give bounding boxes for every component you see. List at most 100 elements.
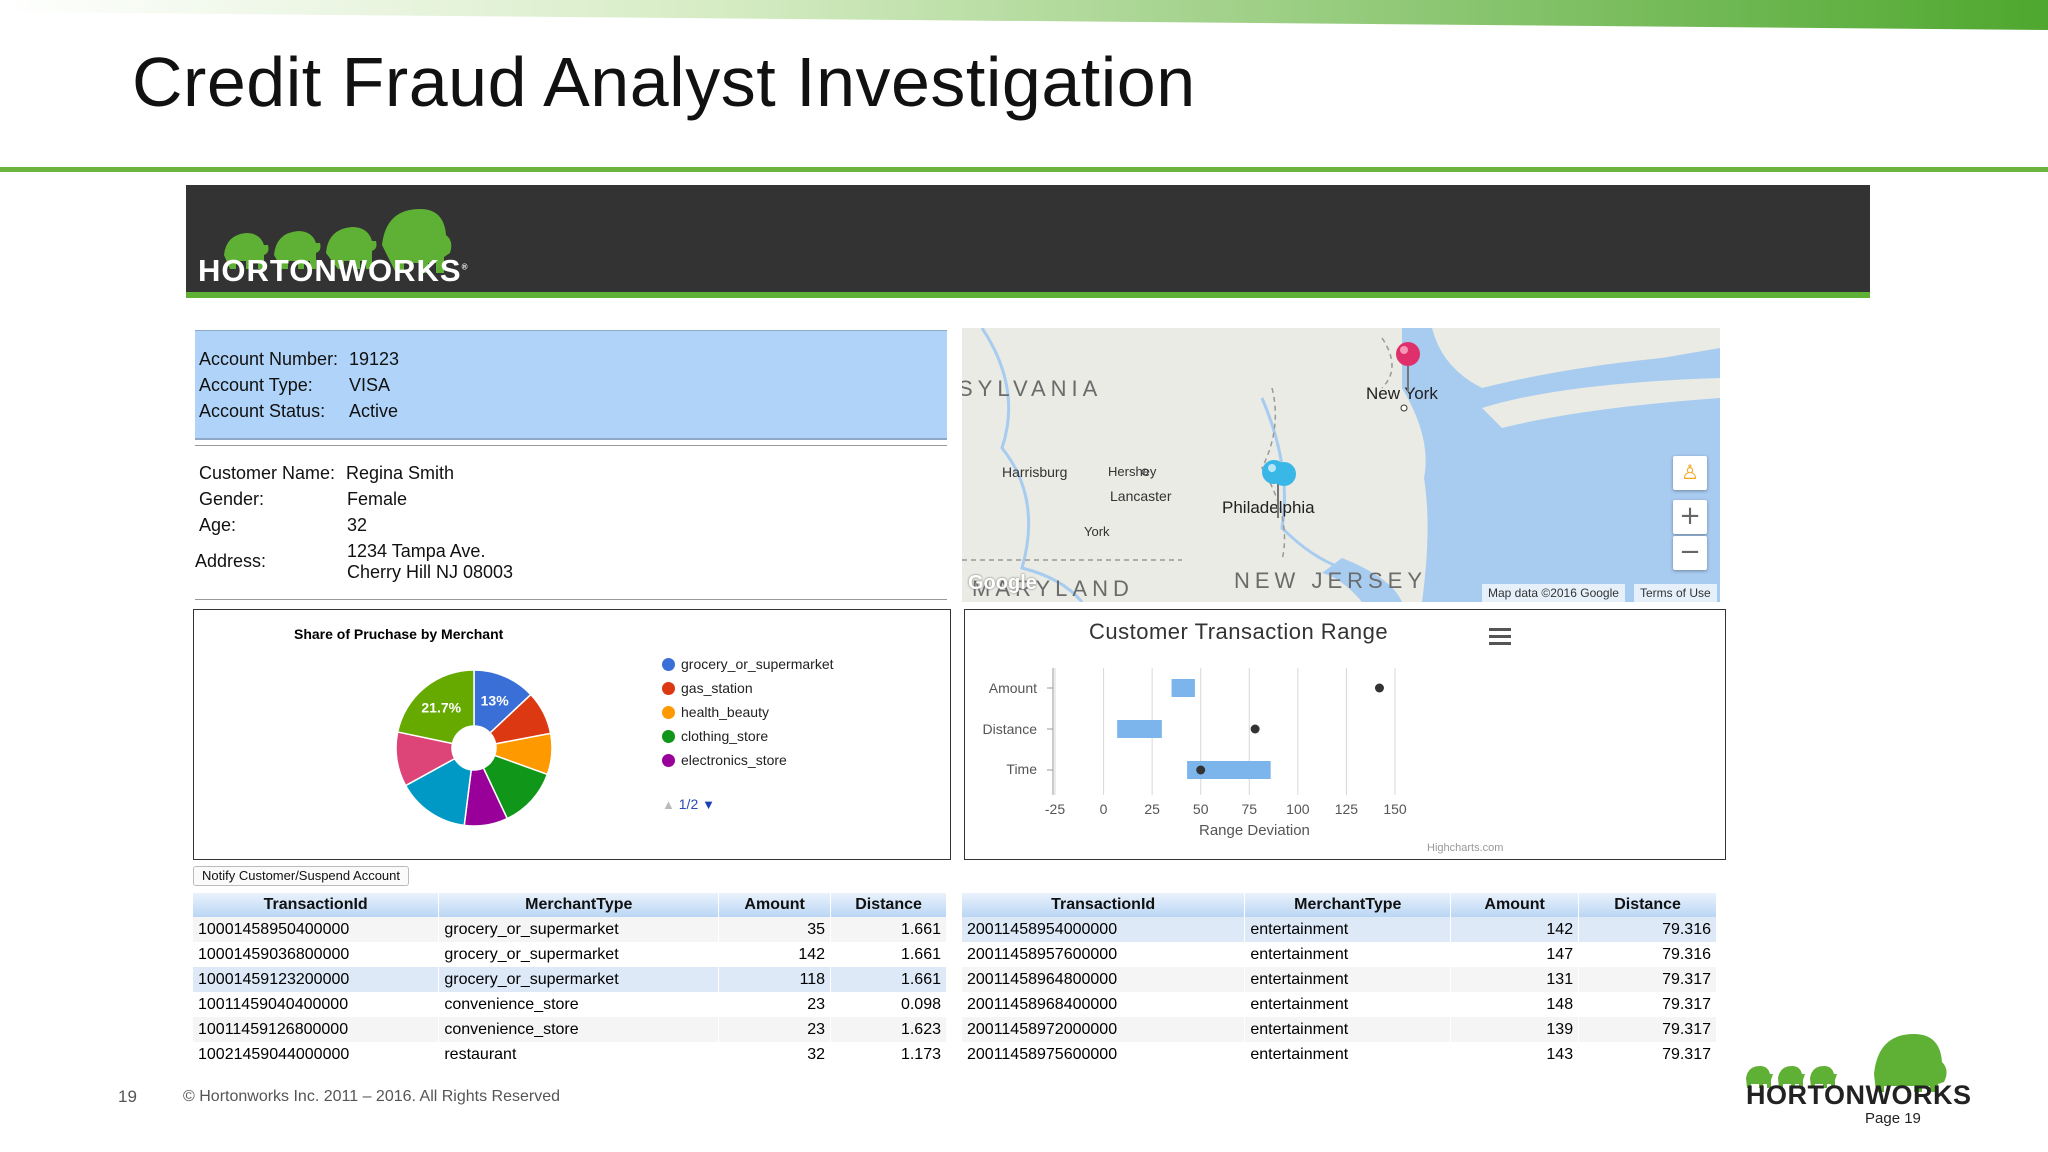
account-type-label: Account Type: [199,375,313,395]
app-header: HORTONWORKS® [186,185,1870,298]
table-cell: 142 [718,942,832,967]
table-cell: 143 [1450,1042,1580,1067]
table-row[interactable]: 20011458957600000 entertainment 147 79.316 [962,942,1717,967]
range-x-tick-label: 0 [1099,801,1108,817]
table-cell: 147 [1450,942,1580,967]
legend-item-clothing-store[interactable]: clothing_store [662,728,768,744]
customer-name-value: Regina Smith [346,463,455,483]
table-cell: 131 [1450,967,1580,992]
transaction-range-chart: Customer Transaction Range Amount Distan… [964,609,1726,860]
range-bar[interactable] [1117,720,1162,738]
merchant-share-chart: Share of Pruchase by Merchant 13% 21.7% g… [193,609,951,860]
table-row[interactable]: 20011458954000000 entertainment 142 79.316 [962,917,1717,942]
map-terms-link[interactable]: Terms of Use [1634,584,1717,602]
column-header[interactable]: Amount [1450,893,1580,917]
column-header[interactable]: TransactionId [962,893,1246,917]
transaction-map[interactable]: SYLVANIA MARYLAND NEW JERSEY New York Ha… [962,328,1720,602]
transactions-table-left: TransactionId MerchantType Amount Distance … [193,893,947,1067]
slide-page-number: 19 [118,1087,137,1106]
table-row[interactable]: 20011458964800000 entertainment 131 79.317 [962,967,1717,992]
table-cell: 79.317 [1578,1017,1717,1042]
zoom-out-button[interactable]: − [1673,536,1707,570]
range-bar[interactable] [1171,679,1195,697]
table-row[interactable]: 20011458975600000 entertainment 143 79.317 [962,1042,1717,1067]
table-cell: entertainment [1244,942,1452,967]
range-category-time: Time [1006,761,1037,777]
table-cell: 79.317 [1578,1042,1717,1067]
table-row[interactable]: 10021459044000000 restaurant 32 1.173 [193,1042,947,1067]
table-cell: 118 [718,967,832,992]
table-cell: 0.098 [830,992,947,1017]
slide-title: Credit Fraud Analyst Investigation [132,43,1196,121]
pie-slice-label: 21.7% [421,700,461,716]
table-cell: 20011458968400000 [962,992,1246,1017]
table-cell: entertainment [1244,967,1452,992]
table-cell: 35 [718,917,832,942]
address-label: Address: [195,551,267,571]
map-pin-blue-icon[interactable] [1258,458,1302,528]
table-row[interactable]: 10011459040400000 convenience_store 23 0.09… [193,992,947,1017]
pager-next-icon[interactable]: ▼ [702,797,715,812]
gender-value: Female [347,489,408,509]
table-header-row: TransactionId MerchantType Amount Distance [962,893,1717,917]
map-city-harrisburg: Harrisburg [1002,464,1068,480]
table-row[interactable]: 10011459126800000 convenience_store 23 1.62… [193,1017,947,1042]
gender-label: Gender: [199,489,265,509]
table-cell: 10001458950400000 [193,917,440,942]
account-number-value: 19123 [349,349,400,369]
table-cell: 20011458964800000 [962,967,1246,992]
account-number-label: Account Number: [199,349,339,369]
age-value: 32 [347,515,368,535]
notify-suspend-button[interactable]: Notify Customer/Suspend Account [193,866,409,886]
range-x-tick-label: 75 [1241,801,1258,817]
range-x-tick-label: 50 [1192,801,1209,817]
table-cell: 79.316 [1578,917,1717,942]
legend-item-electronics-store[interactable]: electronics_store [662,752,787,768]
zoom-in-button[interactable]: + [1673,500,1707,534]
range-point[interactable] [1374,683,1384,693]
legend-item-grocery[interactable]: grocery_or_supermarket [662,656,834,672]
table-cell: 1.661 [830,917,947,942]
highcharts-credits[interactable]: Highcharts.com [1427,842,1503,854]
street-view-pegman-icon[interactable]: ♙ [1673,456,1707,490]
title-divider [0,167,2048,172]
legend-item-health-beauty[interactable]: health_beauty [662,704,769,720]
range-category-distance: Distance [982,721,1037,737]
table-cell: 142 [1450,917,1580,942]
range-point[interactable] [1196,765,1206,775]
column-header[interactable]: Amount [718,893,832,917]
range-axis-title: Range Deviation [1199,822,1310,839]
transactions-table-right: TransactionId MerchantType Amount Distance … [962,893,1717,1067]
table-cell: 20011458975600000 [962,1042,1246,1067]
table-row[interactable]: 10001459036800000 grocery_or_supermarket 1… [193,942,947,967]
table-cell: 1.661 [830,967,947,992]
address-line2: Cherry Hill NJ 08003 [347,562,514,582]
table-row[interactable]: 10001458950400000 grocery_or_supermarket 3… [193,917,947,942]
column-header[interactable]: Distance [1578,893,1717,917]
table-row[interactable]: 10001459123200000 grocery_or_supermarket 1… [193,967,947,992]
legend-item-gas-station[interactable]: gas_station [662,680,753,696]
table-row[interactable]: 20011458968400000 entertainment 148 79.317 [962,992,1717,1017]
map-region-new-jersey: NEW JERSEY [1234,568,1428,593]
table-cell: 20011458954000000 [962,917,1246,942]
pager-prev-icon[interactable]: ▲ [662,797,675,812]
column-header[interactable]: TransactionId [193,893,440,917]
table-row[interactable]: 20011458972000000 entertainment 139 79.317 [962,1017,1717,1042]
legend-page-indicator: 1/2 [678,796,699,812]
table-cell: grocery_or_supermarket [438,942,720,967]
address-line1: 1234 Tampa Ave. [347,541,486,561]
column-header[interactable]: MerchantType [438,893,720,917]
range-category-amount: Amount [988,680,1037,696]
column-header[interactable]: Distance [830,893,947,917]
table-cell: 10011459040400000 [193,992,440,1017]
table-cell: 79.316 [1578,942,1717,967]
range-point[interactable] [1250,724,1260,734]
table-header-row: TransactionId MerchantType Amount Distance [193,893,947,917]
google-logo: Google [968,572,1037,594]
pie-slice-label: 13% [481,692,510,708]
table-cell: 20011458972000000 [962,1017,1246,1042]
table-cell: grocery_or_supermarket [438,917,720,942]
account-panel: Account Number: 19123 Account Type: VISA… [195,330,947,440]
column-header[interactable]: MerchantType [1244,893,1452,917]
map-pin-pink-icon[interactable] [1386,340,1430,400]
